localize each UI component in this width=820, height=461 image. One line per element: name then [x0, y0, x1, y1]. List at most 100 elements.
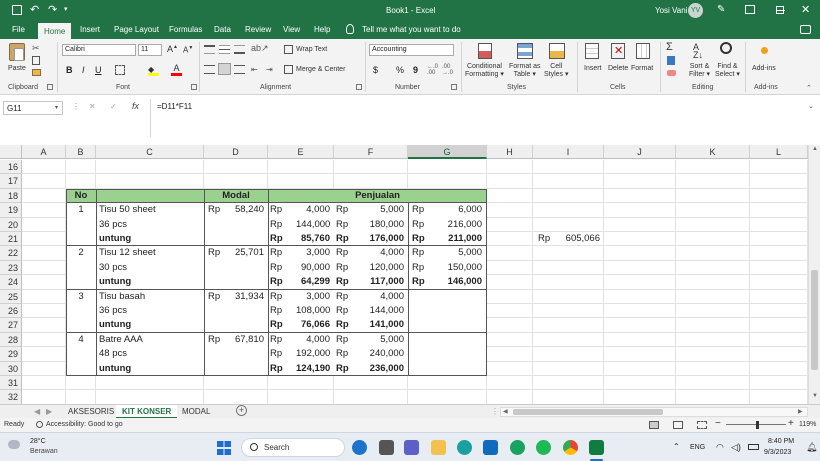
total-currency[interactable]: Rp: [538, 232, 558, 246]
enter-button[interactable]: ✓: [110, 102, 117, 111]
cancel-button[interactable]: ✕: [89, 102, 96, 111]
save-icon[interactable]: [12, 5, 22, 15]
tab-split-handle-icon[interactable]: ⋮: [491, 407, 499, 416]
penjualan-currency[interactable]: Rp: [270, 246, 290, 260]
font-name-select[interactable]: Calibri: [62, 44, 136, 56]
column-header-f[interactable]: F: [334, 145, 408, 159]
penjualan-revenue[interactable]: 180,000: [360, 218, 404, 232]
font-size-select[interactable]: 11: [138, 44, 162, 56]
column-header-e[interactable]: E: [268, 145, 334, 159]
penjualan-profit[interactable]: 85,760: [296, 232, 330, 246]
number-format-select[interactable]: Accounting: [369, 44, 454, 56]
penjualan-currency[interactable]: Rp: [336, 246, 356, 260]
collapse-ribbon-icon[interactable]: ⌃: [806, 84, 812, 92]
row-header-29[interactable]: 29: [0, 347, 22, 362]
insert-function-button[interactable]: fx: [132, 101, 139, 111]
penjualan-currency[interactable]: Rp: [336, 261, 356, 275]
name-box-dropdown-icon[interactable]: ▾: [55, 104, 58, 111]
column-header-i[interactable]: I: [533, 145, 604, 159]
penjualan-currency[interactable]: Rp: [336, 232, 356, 246]
bing-icon[interactable]: [352, 440, 367, 455]
language-indicator[interactable]: ENG: [690, 444, 705, 451]
excel-taskbar-icon[interactable]: [589, 440, 604, 455]
h-scroll-thumb[interactable]: [513, 409, 663, 415]
menu-formulas[interactable]: Formulas: [169, 25, 202, 34]
sheet-tab-modal[interactable]: MODAL: [176, 405, 216, 419]
volume-icon[interactable]: ◁): [731, 442, 741, 453]
chrome-icon[interactable]: [563, 440, 578, 455]
penjualan-currency[interactable]: Rp: [270, 218, 290, 232]
row-header-18[interactable]: 18: [0, 188, 22, 204]
notification-icon[interactable]: 🔔︎: [806, 442, 817, 453]
prev-sheet-icon[interactable]: ◀: [34, 407, 40, 416]
page-layout-view-icon[interactable]: [673, 421, 683, 429]
horizontal-scrollbar[interactable]: ◀ ▶: [500, 407, 808, 417]
wrap-text-button[interactable]: Wrap Text: [296, 46, 327, 54]
delete-button[interactable]: Delete: [608, 65, 628, 73]
penjualan-currency[interactable]: Rp: [270, 304, 290, 318]
undo-icon[interactable]: ↶: [30, 3, 39, 16]
close-icon[interactable]: ✕: [801, 3, 810, 16]
penjualan-currency[interactable]: Rp: [336, 290, 356, 304]
penjualan-profit[interactable]: 236,000: [360, 362, 404, 376]
penjualan-revenue[interactable]: 108,000: [296, 304, 330, 318]
comments-icon[interactable]: [800, 25, 811, 34]
cut-icon[interactable]: ✂: [32, 43, 40, 54]
find-select-button[interactable]: Find & Select ▾: [715, 63, 740, 79]
middle-align-icon[interactable]: [219, 45, 230, 54]
penjualan-prices[interactable]: 3,000: [296, 290, 330, 304]
penjualan-profit[interactable]: 176,000: [360, 232, 404, 246]
row-header-31[interactable]: 31: [0, 376, 22, 391]
column-header-l[interactable]: L: [750, 145, 808, 159]
format-button[interactable]: Format: [631, 65, 653, 73]
conditional-formatting-button[interactable]: Conditional Formatting ▾: [465, 63, 504, 79]
penjualan-currency[interactable]: Rp: [336, 318, 356, 332]
underline-button[interactable]: U: [95, 65, 102, 75]
decrease-indent-icon[interactable]: ⇤: [251, 65, 258, 74]
menu-review[interactable]: Review: [245, 25, 271, 34]
menu-file[interactable]: File: [12, 25, 25, 34]
penjualan-currency[interactable]: Rp: [412, 261, 432, 275]
header-modal[interactable]: Modal: [204, 189, 268, 203]
sort-filter-button[interactable]: Sort & Filter ▾: [689, 63, 710, 79]
clock-time[interactable]: 8:40 PM: [768, 438, 794, 445]
item-profit-label[interactable]: untung: [99, 362, 204, 376]
meet-icon[interactable]: [404, 440, 419, 455]
increase-decimal-icon[interactable]: ←.0.00: [427, 64, 438, 76]
menu-data[interactable]: Data: [214, 25, 231, 34]
borders-icon[interactable]: [115, 65, 125, 75]
fill-icon[interactable]: [667, 56, 675, 65]
weather-desc[interactable]: Berawan: [30, 448, 58, 455]
item-qty[interactable]: 36 pcs: [99, 304, 204, 318]
column-header-h[interactable]: H: [487, 145, 533, 159]
clear-icon[interactable]: [667, 70, 676, 76]
orientation-icon[interactable]: ab↗: [251, 43, 269, 54]
penjualan-profit[interactable]: 124,190: [296, 362, 330, 376]
row-header-17[interactable]: 17: [0, 174, 22, 189]
wifi-icon[interactable]: ◠: [716, 442, 724, 453]
bold-button[interactable]: B: [66, 65, 73, 75]
expand-formula-icon[interactable]: ⌄: [808, 102, 814, 110]
penjualan-currency[interactable]: Rp: [412, 246, 432, 260]
zoom-level[interactable]: 119%: [799, 421, 816, 428]
task-view-icon[interactable]: [379, 440, 394, 455]
item-qty[interactable]: 48 pcs: [99, 347, 204, 361]
weather-temp[interactable]: 28°C: [30, 438, 46, 445]
add-sheet-button[interactable]: +: [236, 405, 247, 416]
penjualan-revenue[interactable]: 216,000: [436, 218, 482, 232]
header-penjualan[interactable]: Penjualan: [268, 189, 487, 203]
vertical-scrollbar[interactable]: ▲ ▼: [808, 145, 820, 404]
column-header-g[interactable]: G: [408, 145, 487, 159]
zoom-in-button[interactable]: +: [788, 418, 794, 429]
scroll-right-icon[interactable]: ▶: [798, 408, 803, 415]
sheet-tab-aksesoris[interactable]: AKSESORIS: [62, 405, 120, 419]
penjualan-prices[interactable]: 6,000: [436, 203, 482, 217]
alignment-launcher-icon[interactable]: [356, 84, 362, 90]
penjualan-prices[interactable]: 5,000: [360, 333, 404, 347]
autosum-icon[interactable]: Σ: [666, 41, 673, 53]
menu-home[interactable]: Home: [38, 22, 72, 39]
penjualan-currency[interactable]: Rp: [412, 203, 432, 217]
penjualan-currency[interactable]: Rp: [270, 203, 290, 217]
penjualan-prices[interactable]: 4,000: [360, 246, 404, 260]
chrome-alt-icon[interactable]: [510, 440, 525, 455]
